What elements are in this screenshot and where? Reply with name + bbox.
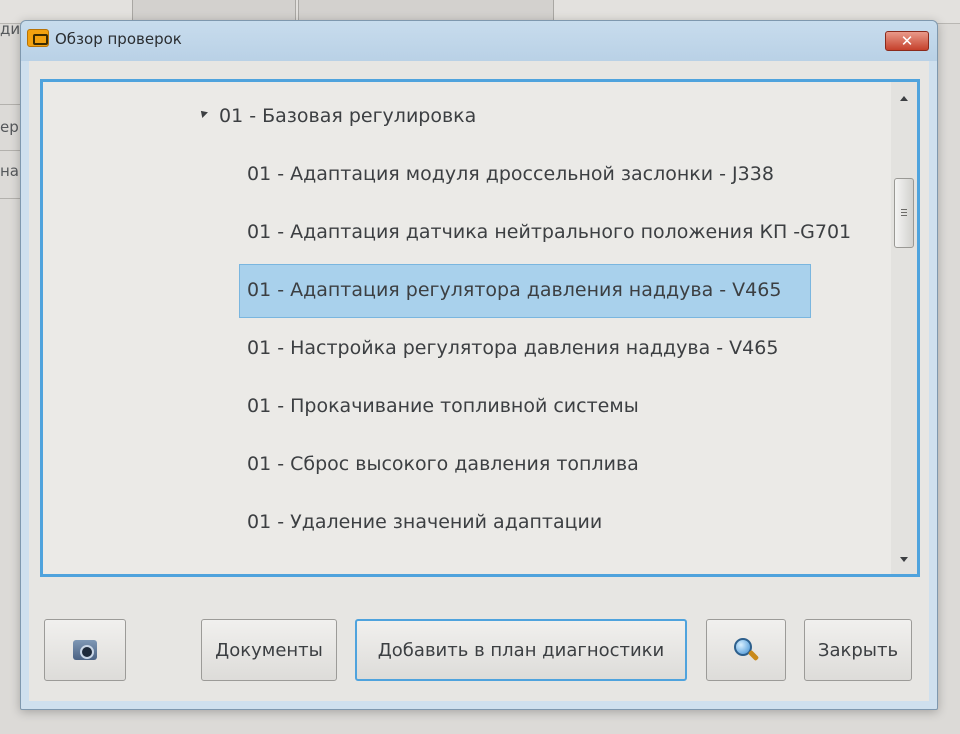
tree-item[interactable]: 01 - Прокачивание топливной системы <box>247 378 639 434</box>
camera-icon <box>73 640 97 660</box>
scroll-up-arrow-icon[interactable] <box>900 96 908 101</box>
background-side-text: ди <box>0 20 21 38</box>
tree-item[interactable]: 01 - Настройка регулятора давления надду… <box>247 320 778 376</box>
screenshot-button[interactable] <box>44 619 126 681</box>
dialog-titlebar[interactable]: Обзор проверок ✕ <box>21 21 937 61</box>
documents-button-label: Документы <box>215 639 323 661</box>
tree-item-label: 01 - Адаптация модуля дроссельной заслон… <box>247 163 774 185</box>
tree-item[interactable]: 01 - Адаптация модуля дроссельной заслон… <box>247 146 774 202</box>
scroll-down-arrow-icon[interactable] <box>900 557 908 562</box>
background-tab <box>298 0 554 22</box>
tree-group-basic-settings[interactable]: 01 - Базовая регулировка <box>198 88 477 144</box>
dialog-close-button[interactable]: ✕ <box>885 31 929 51</box>
background-tab <box>132 0 296 22</box>
tree-item-label: 01 - Сброс высокого давления топлива <box>247 453 639 475</box>
expand-triangle-icon[interactable] <box>198 108 208 118</box>
tree-item-label: 01 - Адаптация датчика нейтрального поло… <box>247 221 852 243</box>
tree-item-label: 01 - Прокачивание топливной системы <box>247 395 639 417</box>
search-button[interactable] <box>706 619 786 681</box>
search-icon <box>732 636 760 664</box>
close-button[interactable]: Закрыть <box>804 619 912 681</box>
tree-item[interactable]: 01 - Адаптация датчика нейтрального поло… <box>247 204 851 260</box>
grip-icon <box>901 209 907 210</box>
engine-check-icon <box>27 29 49 47</box>
documents-button[interactable]: Документы <box>201 619 337 681</box>
tree-item-selected[interactable]: 01 - Адаптация регулятора давления надду… <box>239 262 811 318</box>
background-side-text: ер <box>0 118 19 136</box>
dialog-title: Обзор проверок <box>55 30 182 48</box>
tree-item[interactable]: 01 - Сброс высокого давления топлива <box>247 436 639 492</box>
scroll-thumb[interactable] <box>894 178 914 248</box>
dialog-body: 01 - Базовая регулировка 01 - Адаптация … <box>29 61 929 701</box>
close-icon: ✕ <box>900 32 914 50</box>
checks-tree[interactable]: 01 - Базовая регулировка 01 - Адаптация … <box>40 79 920 577</box>
tree-item-label: 01 - Адаптация регулятора давления надду… <box>247 279 782 301</box>
add-to-diagnostic-plan-button[interactable]: Добавить в план диагностики <box>355 619 687 681</box>
tree-scrollbar[interactable] <box>891 82 917 574</box>
background-side-text: на <box>0 162 19 180</box>
close-button-label: Закрыть <box>817 639 899 661</box>
tree-item-label: 01 - Удаление значений адаптации <box>247 511 603 533</box>
checks-overview-dialog: Обзор проверок ✕ 01 - Базовая регулировк… <box>20 20 938 710</box>
tree-group-label: 01 - Базовая регулировка <box>219 105 477 127</box>
add-to-plan-button-label: Добавить в план диагностики <box>377 639 665 661</box>
tree-item-label: 01 - Настройка регулятора давления надду… <box>247 337 779 359</box>
tree-item[interactable]: 01 - Удаление значений адаптации <box>247 494 602 550</box>
